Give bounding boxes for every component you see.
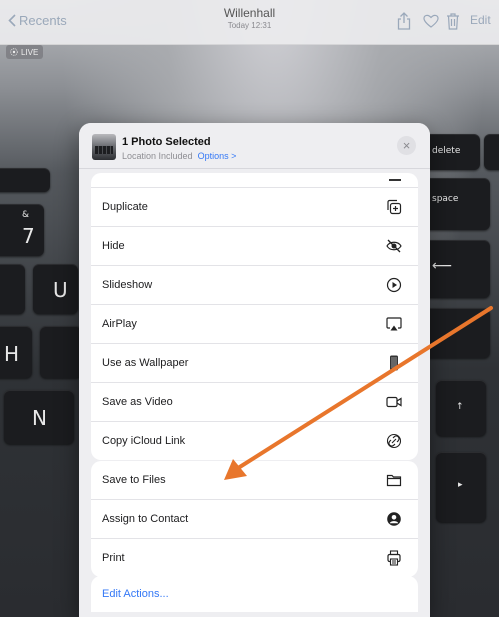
annotation-arrow — [224, 306, 493, 480]
